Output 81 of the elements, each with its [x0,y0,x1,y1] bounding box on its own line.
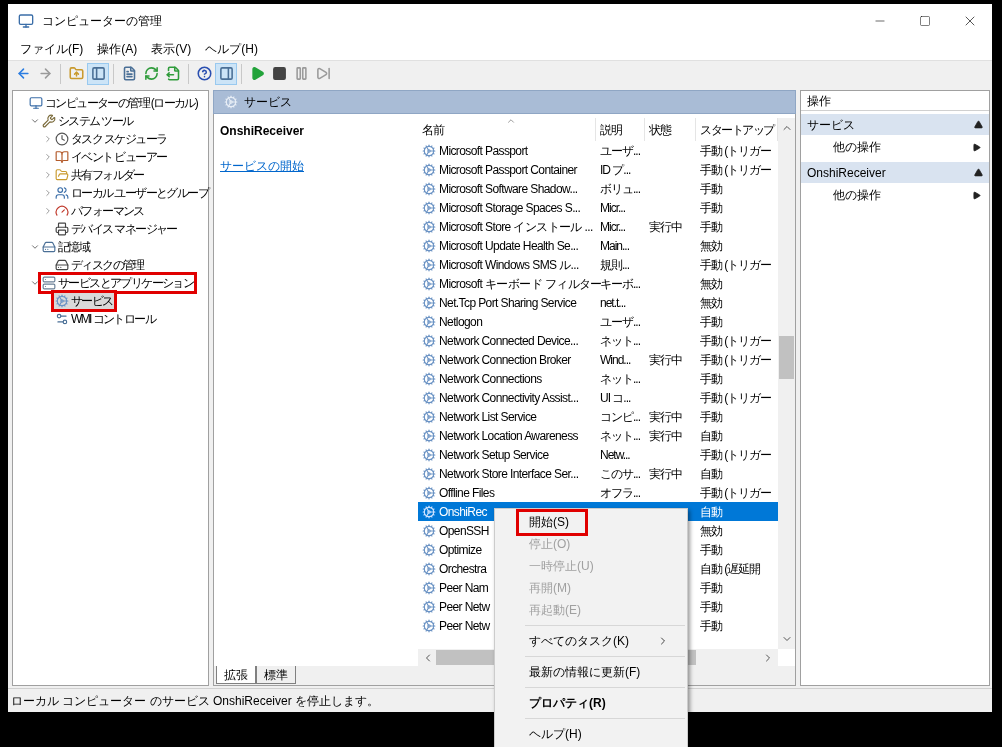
table-cell: ボリュ... [600,181,640,196]
table-cell: 無効 [700,295,722,310]
table-cell: ID プ... [600,162,631,177]
table-cell: ユーザ... [600,314,640,329]
table-cell: キーボ... [600,276,640,291]
table-cell: 実行中 [649,466,682,481]
table-cell: 無効 [700,238,722,253]
table-cell-text: OpenSSH [439,522,489,540]
table-cell-text: Microsoft Update Health Se... [439,237,579,255]
panel-title: 操作 [807,92,831,110]
table-cell-text: Net.Tcp Port Sharing Service [439,294,577,312]
table-cell: UI コ... [600,390,631,405]
table-cell: 実行中 [649,219,682,234]
service-name: OnshiReceiver [220,123,305,140]
table-cell: Micr... [600,219,625,234]
table-cell: 無効 [700,523,722,538]
status-text: ローカル コンピューター のサービス OnshiReceiver を停止します。 [11,692,380,710]
table-cell: 実行中 [649,352,682,367]
table-cell: 手動 [700,409,722,424]
table-cell: 手動 [700,181,722,196]
table-cell: ネット... [600,333,640,348]
table-cell-text: Microsoft Passport Container [439,161,577,179]
table-cell: オフラ... [600,485,640,500]
table-cell: 手動 [700,542,722,557]
table-cell: 手動 (トリガー [700,485,772,500]
table-cell: 自動 [700,428,722,443]
table-cell: 実行中 [649,428,682,443]
table-cell-text: Netlogon [439,313,483,331]
table-cell-text: Network Connection Broker [439,351,571,369]
table-cell: net.t... [600,295,626,310]
table-cell: ネット... [600,428,640,443]
window-title: コンピューターの管理 [42,13,163,30]
table-cell: 手動 [700,200,722,215]
table-cell: 手動 [700,219,722,234]
table-cell: コンピ... [600,409,640,424]
table-cell: 手動 (トリガー [700,390,772,405]
table-cell-text: Peer Nam [439,579,489,597]
table-cell: 自動 [700,504,722,519]
table-cell: 手動 (トリガー [700,143,772,158]
table-cell: Wind... [600,352,631,367]
table-cell-text: Network List Service [439,408,537,426]
table-cell-text: Microsoft Software Shadow... [439,180,578,198]
table-cell-text: Microsoft Passport [439,142,528,160]
table-cell: 手動 [700,371,722,386]
table-cell: 自動 [700,466,722,481]
table-cell-text: Microsoft Store インストール ... [439,218,593,236]
table-cell-text: Peer Netw [439,598,490,616]
table-cell-text: Network Connections [439,370,542,388]
table-cell-text: Orchestra [439,560,487,578]
table-cell-text: Network Setup Service [439,446,549,464]
table-cell: 手動 (トリガー [700,352,772,367]
table-cell: ネット... [600,371,640,386]
table-cell-text: Microsoft Storage Spaces S... [439,199,581,217]
table-cell-text: Offline Files [439,484,495,502]
table-cell: 実行中 [649,409,682,424]
table-cell: Micr... [600,200,625,215]
table-cell: 自動 (遅延開 [700,561,761,576]
table-cell-text: Peer Netw [439,617,490,635]
table-cell: 手動 (トリガー [700,447,772,462]
table-cell: 手動 [700,314,722,329]
table-cell: 手動 [700,580,722,595]
table-cell: Main... [600,238,629,253]
table-cell-text: Microsoft キーボード フィルター [439,275,602,293]
table-cell-text: Network Location Awareness [439,427,578,445]
table-cell: 無効 [700,276,722,291]
table-cell: ユーザ... [600,143,640,158]
table-cell-text: Optimize [439,541,482,559]
table-cell: このサ... [600,466,640,481]
table-cell: 手動 (トリガー [700,333,772,348]
table-cell-text: Network Connectivity Assist... [439,389,579,407]
table-cell: 規則... [600,257,629,272]
table-cell: 手動 [700,618,722,633]
table-cell: 手動 [700,599,722,614]
table-cell-text: Microsoft Windows SMS ル... [439,256,579,274]
table-cell: Netw... [600,447,630,462]
table-cell-text: Network Store Interface Ser... [439,465,579,483]
panel-title: サービス [244,94,292,111]
table-cell-text: Network Connected Device... [439,332,579,350]
table-cell: 手動 (トリガー [700,162,772,177]
table-cell-text: OnshiRec [439,503,487,521]
table-cell: 手動 (トリガー [700,257,772,272]
